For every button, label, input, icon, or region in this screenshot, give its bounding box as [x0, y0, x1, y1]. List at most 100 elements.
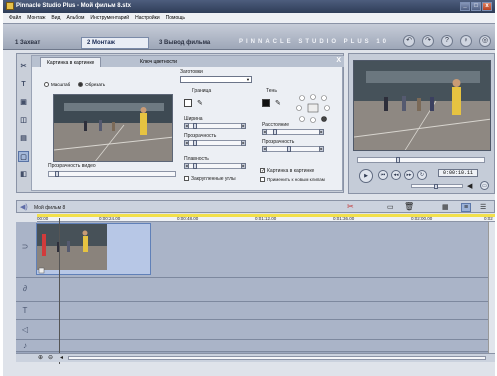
- tab-edit[interactable]: 2 Монтаж: [81, 37, 149, 49]
- color-tool-icon[interactable]: ▤: [18, 133, 29, 144]
- slider-left-arrow[interactable]: ◂: [184, 140, 189, 146]
- audio-track[interactable]: ∂: [16, 278, 488, 302]
- side-toolbar: ✂ T ▣ ◫ ▤ ▢ ◧: [17, 61, 30, 191]
- effects-tool-icon[interactable]: ◧: [18, 169, 29, 180]
- slider-knob[interactable]: [273, 129, 277, 135]
- maximize-button[interactable]: □: [471, 2, 481, 11]
- video-track[interactable]: ⊃: [16, 222, 488, 278]
- menu-settings[interactable]: Настройки: [135, 15, 160, 21]
- slider-knob[interactable]: [287, 146, 291, 152]
- trash-icon[interactable]: 🗑: [404, 202, 414, 211]
- timecode-display[interactable]: 0:00:10.11: [438, 169, 478, 177]
- loop-button[interactable]: ↻: [417, 170, 427, 180]
- music-track[interactable]: ♪: [16, 340, 488, 352]
- split-icon[interactable]: ▭: [387, 203, 394, 211]
- sound-effects-track[interactable]: ◁: [16, 320, 488, 340]
- slider-left-arrow[interactable]: ◂: [262, 129, 267, 135]
- dvd-tool-icon[interactable]: ◫: [18, 115, 29, 126]
- shadow-color-swatch[interactable]: [262, 99, 270, 107]
- step-back-button[interactable]: ◂◂: [391, 170, 401, 180]
- slider-left-arrow[interactable]: ◂: [262, 146, 267, 152]
- slider-right-arrow[interactable]: ▸: [241, 163, 246, 169]
- pip-tool-icon[interactable]: ▢: [18, 151, 29, 162]
- slider-knob[interactable]: [193, 140, 197, 146]
- slider-left-arrow[interactable]: ◂: [184, 123, 189, 129]
- horizontal-scrollbar[interactable]: [68, 356, 486, 360]
- close-button[interactable]: x: [482, 2, 492, 11]
- rounded-corners-checkbox[interactable]: Закругленные углы: [184, 176, 236, 182]
- title-track-icon: T: [22, 306, 28, 315]
- bulb-icon[interactable]: ♀: [460, 35, 472, 47]
- undo-icon[interactable]: ↶: [403, 35, 415, 47]
- slider-left-arrow[interactable]: ◂: [184, 163, 189, 169]
- scrub-knob[interactable]: [396, 157, 400, 163]
- slider-knob[interactable]: [193, 163, 197, 169]
- speaker-icon[interactable]: ◀: [467, 182, 472, 190]
- slider-right-arrow[interactable]: ▸: [319, 146, 324, 152]
- shadow-distance-slider[interactable]: ◂ ▸: [262, 129, 324, 135]
- disc-icon[interactable]: ◎: [479, 35, 491, 47]
- slider-right-arrow[interactable]: ▸: [241, 123, 246, 129]
- play-button[interactable]: ▶: [359, 169, 373, 183]
- menu-tools[interactable]: Инструментарий: [90, 15, 129, 21]
- razor-icon[interactable]: ✂: [347, 202, 354, 211]
- redo-icon[interactable]: ↷: [422, 35, 434, 47]
- presets-select[interactable]: ▼: [180, 76, 252, 83]
- slider-right-arrow[interactable]: ▸: [319, 129, 324, 135]
- speaker-icon[interactable]: ◀): [20, 203, 28, 211]
- scroll-left-icon[interactable]: ◂: [60, 354, 63, 361]
- menu-file[interactable]: Файл: [9, 15, 21, 21]
- menu-album[interactable]: Альбом: [66, 15, 84, 21]
- shadow-title: Тень: [266, 88, 277, 94]
- tab-chroma-key[interactable]: Ключ цветности: [134, 57, 183, 67]
- border-color-swatch[interactable]: [184, 99, 192, 107]
- title-tool-icon[interactable]: T: [18, 79, 29, 90]
- vertical-scrollbar[interactable]: [488, 222, 495, 362]
- shadow-opacity-slider[interactable]: ◂ ▸: [262, 146, 324, 152]
- step-forward-button[interactable]: ▸▸: [404, 170, 414, 180]
- scale-radio[interactable]: Масштаб: [44, 82, 70, 88]
- help-icon[interactable]: ?: [441, 35, 453, 47]
- zoom-in-icon[interactable]: ⊕: [38, 354, 43, 361]
- text-view-icon[interactable]: ☰: [480, 203, 486, 211]
- editor-close-button[interactable]: X: [336, 57, 341, 64]
- rewind-button[interactable]: ⏮: [378, 170, 388, 180]
- photo-tool-icon[interactable]: ▣: [18, 97, 29, 108]
- storyboard-view-icon[interactable]: ▦: [442, 203, 449, 211]
- scrub-slider[interactable]: [357, 157, 485, 163]
- pip-enable-checkbox[interactable]: ✓ Картинка в картинке: [260, 168, 314, 174]
- tab-make-movie[interactable]: 3 Вывод фильма: [153, 37, 216, 49]
- minimize-button[interactable]: _: [460, 2, 470, 11]
- player-screen[interactable]: [353, 60, 491, 151]
- slider-knob[interactable]: [55, 171, 59, 177]
- border-width-slider[interactable]: ◂ ▸: [184, 123, 246, 129]
- video-opacity-slider[interactable]: [48, 171, 176, 177]
- menu-view[interactable]: Вид: [51, 15, 60, 21]
- volume-slider[interactable]: [411, 184, 463, 189]
- slider-knob[interactable]: [193, 123, 197, 129]
- fullscreen-icon[interactable]: ▭: [480, 181, 489, 190]
- playhead[interactable]: [59, 218, 60, 364]
- apply-new-clips-checkbox[interactable]: Применить к новым клипам: [260, 177, 325, 183]
- eyedropper-icon[interactable]: ✎: [275, 99, 281, 107]
- slider-right-arrow[interactable]: ▸: [241, 140, 246, 146]
- shadow-direction-picker[interactable]: [294, 94, 332, 124]
- tab-pip[interactable]: Картинка в картинке: [40, 57, 102, 67]
- tab-capture[interactable]: 1 Захват: [9, 37, 46, 49]
- timeline-view-icon[interactable]: ≡: [461, 203, 472, 212]
- ruler-tick: 0:02:00.00: [411, 216, 433, 221]
- eyedropper-icon[interactable]: ✎: [197, 99, 203, 107]
- pip-preview[interactable]: [53, 94, 173, 162]
- project-title[interactable]: Мой фильм 8: [34, 205, 65, 211]
- volume-knob[interactable]: [434, 184, 438, 189]
- crop-radio[interactable]: Обрезать: [78, 82, 105, 88]
- menu-help[interactable]: Помощь: [166, 15, 185, 21]
- video-tools-icon[interactable]: ✂: [18, 61, 29, 72]
- zoom-out-icon[interactable]: ⊖: [48, 354, 53, 361]
- border-softness-slider[interactable]: ◂ ▸: [184, 163, 246, 169]
- video-clip[interactable]: [36, 223, 151, 275]
- border-opacity-slider[interactable]: ◂ ▸: [184, 140, 246, 146]
- timeline-ruler[interactable]: 00:00 0:00:24.00 0:00:48.00 0:01:12.00 0…: [37, 214, 495, 222]
- menu-edit[interactable]: Монтаж: [27, 15, 45, 21]
- title-track[interactable]: T: [16, 302, 488, 320]
